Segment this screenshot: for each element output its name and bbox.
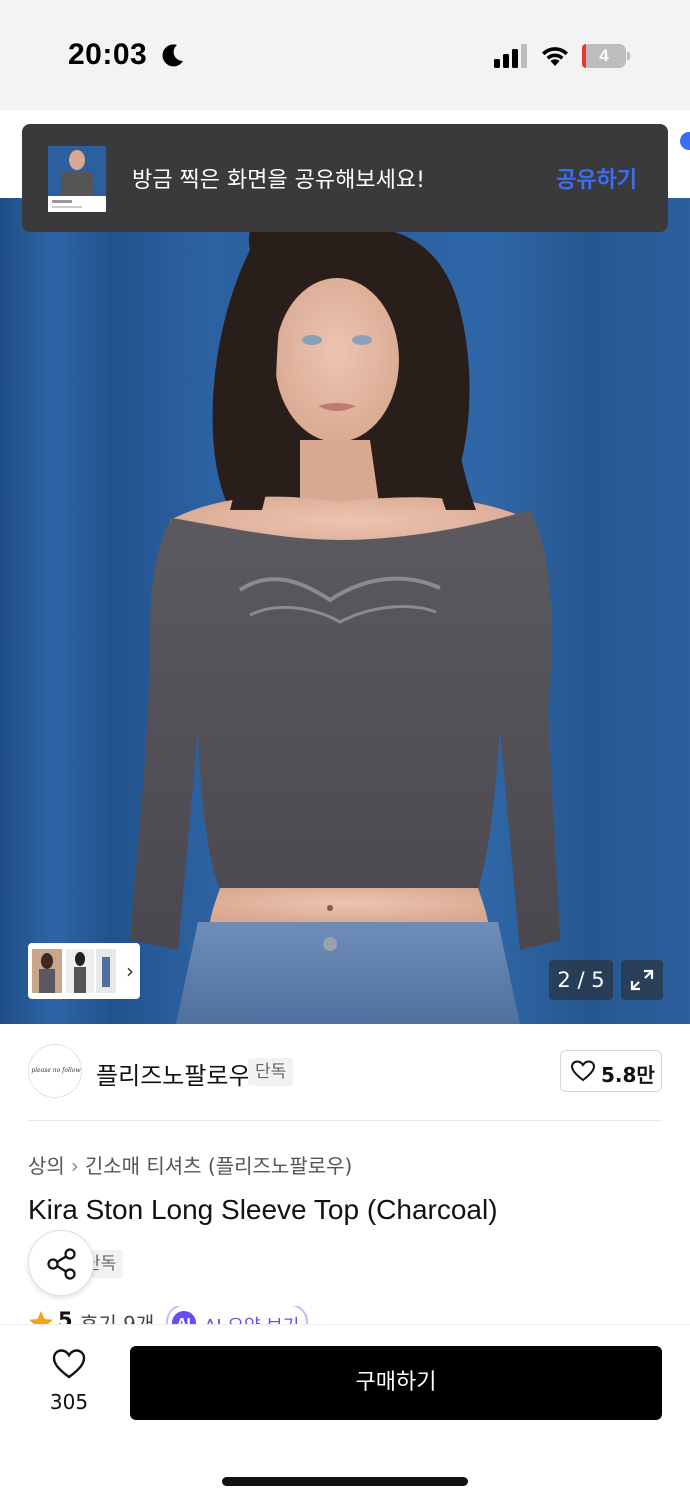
brand-name[interactable]: 플리즈노팔로우 <box>96 1056 251 1091</box>
breadcrumb: 상의 › 긴소매 티셔츠 (플리즈노팔로우) <box>28 1150 352 1179</box>
chevron-right-icon: › <box>70 1154 79 1178</box>
wishlist-button[interactable]: 305 <box>36 1348 102 1414</box>
ai-summary-button[interactable]: AI AI 요약 보기 <box>166 1306 308 1326</box>
screenshot-thumbnail[interactable] <box>48 146 106 212</box>
share-icon <box>47 1248 76 1280</box>
divider <box>28 1120 662 1121</box>
home-indicator[interactable] <box>222 1477 468 1486</box>
thumbnail-1[interactable] <box>32 949 62 993</box>
rating-row: 5 후기 9개 AI AI 요약 보기 <box>28 1306 688 1326</box>
heart-icon <box>571 1060 595 1082</box>
breadcrumb-subcategory[interactable]: 긴소매 티셔츠 (플리즈노팔로우) <box>85 1154 353 1178</box>
product-title: Kira Ston Long Sleeve Top (Charcoal) <box>28 1194 498 1225</box>
battery-icon: 4 <box>582 44 630 68</box>
buy-button[interactable]: 구매하기 <box>130 1346 662 1420</box>
brand-like-button[interactable]: 5.8만 <box>560 1050 662 1092</box>
product-image[interactable] <box>0 110 690 1024</box>
moon-icon <box>162 44 183 67</box>
brand-like-count: 5.8만 <box>601 1063 655 1087</box>
status-bar: 20:03 4 <box>0 0 690 110</box>
share-toast: 방금 찍은 화면을 공유해보세요! 공유하기 <box>22 124 668 232</box>
thumbnail-3[interactable] <box>96 949 116 993</box>
image-counter: 2 / 5 <box>549 960 613 1000</box>
toast-message: 방금 찍은 화면을 공유해보세요! <box>132 168 425 193</box>
chevron-right-icon[interactable]: › <box>126 959 134 983</box>
image-thumbnail-strip[interactable]: › <box>28 943 140 999</box>
expand-icon <box>630 969 654 991</box>
breadcrumb-category[interactable]: 상의 <box>28 1154 65 1178</box>
brand-logo[interactable]: please no follow <box>28 1044 82 1098</box>
share-now-button[interactable]: 공유하기 <box>556 162 637 194</box>
wishlist-count: 305 <box>49 1390 89 1414</box>
status-time: 20:03 <box>68 38 148 71</box>
product-page: 20:03 4 방금 찍은 화면을 공유해보세요! 공유하기 › 2 / 5 p… <box>0 0 690 1500</box>
signal-icon <box>494 44 527 68</box>
product-photo <box>0 110 690 1024</box>
battery-level: 4 <box>599 46 609 65</box>
expand-button[interactable] <box>621 960 663 1000</box>
heart-icon <box>52 1349 86 1379</box>
thumbnail-2[interactable] <box>66 949 94 993</box>
exclusive-badge: 단독 <box>248 1058 294 1086</box>
share-button[interactable] <box>28 1230 94 1296</box>
wifi-icon <box>542 47 568 66</box>
